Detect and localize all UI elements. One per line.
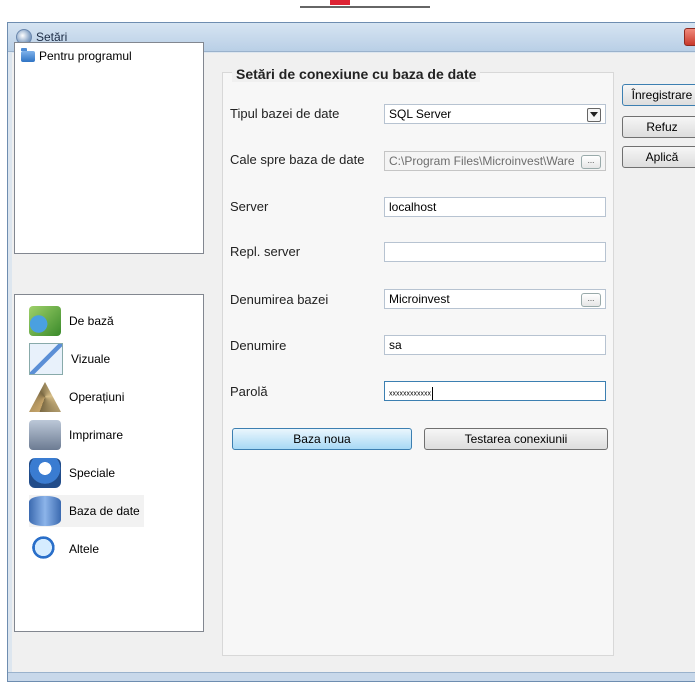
db-name-label: Denumirea bazei <box>230 292 329 307</box>
printer-icon <box>29 420 61 450</box>
tree-item-label: Pentru programul <box>39 49 132 63</box>
category-baza-de-date[interactable]: Baza de date <box>29 495 144 527</box>
top-background-strip <box>0 0 695 22</box>
chevron-down-icon[interactable] <box>587 108 601 122</box>
category-list: De bază Vizuale Operațiuni Imprimare Spe… <box>14 294 204 632</box>
apply-button[interactable]: Aplică <box>622 146 695 168</box>
close-button[interactable] <box>684 28 695 46</box>
password-input[interactable]: xxxxxxxxxxxx <box>384 381 606 401</box>
browse-path-button: ... <box>581 155 601 169</box>
compass-icon <box>29 382 61 412</box>
database-icon <box>29 496 61 526</box>
repl-server-input[interactable] <box>384 242 606 262</box>
category-label: Imprimare <box>69 428 124 442</box>
test-connection-button[interactable]: Testarea conexiunii <box>424 428 608 450</box>
magnifier-icon <box>29 534 61 564</box>
category-label: Altele <box>69 542 100 556</box>
category-label: Operațiuni <box>69 390 125 404</box>
settings-tree: Pentru programul <box>14 42 204 254</box>
category-speciale[interactable]: Speciale <box>29 457 115 489</box>
repl-server-label: Repl. server <box>230 244 301 259</box>
tree-item-pentru-programul[interactable]: Pentru programul <box>21 47 132 63</box>
cancel-button[interactable]: Refuz <box>622 116 695 138</box>
text-caret <box>432 387 433 400</box>
browse-db-button[interactable]: ... <box>581 293 601 307</box>
db-type-label: Tipul bazei de date <box>230 106 340 121</box>
category-de-baza[interactable]: De bază <box>29 305 114 337</box>
password-label: Parolă <box>230 384 268 399</box>
decorative-cut-line <box>300 0 430 8</box>
user-label: Denumire <box>230 338 287 353</box>
category-vizuale[interactable]: Vizuale <box>29 343 110 375</box>
chart-icon <box>29 343 63 375</box>
password-value: xxxxxxxxxxxx <box>389 390 431 398</box>
folder-icon <box>21 47 35 62</box>
server-label: Server <box>230 199 269 214</box>
user-input[interactable]: sa <box>384 335 606 355</box>
settings-wrench-icon <box>29 306 61 336</box>
category-label: Baza de date <box>69 504 140 518</box>
server-input[interactable]: localhost <box>384 197 606 217</box>
db-path-value: C:\Program Files\Microinvest\Ware <box>389 154 575 168</box>
db-name-value: Microinvest <box>389 292 450 306</box>
db-name-field[interactable]: Microinvest ... <box>384 289 606 309</box>
decorative-red-mark <box>330 0 350 5</box>
db-path-label: Cale spre baza de date <box>230 152 365 167</box>
category-label: Speciale <box>69 466 116 480</box>
special-icon <box>29 458 61 488</box>
category-imprimare[interactable]: Imprimare <box>29 419 123 451</box>
category-label: Vizuale <box>71 352 111 366</box>
save-button[interactable]: Înregistrare <box>622 84 695 106</box>
category-operatiuni[interactable]: Operațiuni <box>29 381 124 413</box>
category-altele[interactable]: Altele <box>29 533 99 565</box>
panel-heading: Setări de conexiune cu baza de date <box>232 66 481 82</box>
db-type-dropdown[interactable]: SQL Server <box>384 104 606 124</box>
db-path-field: C:\Program Files\Microinvest\Ware ... <box>384 151 606 171</box>
new-database-button[interactable]: Baza noua <box>232 428 412 450</box>
user-value: sa <box>389 338 402 352</box>
category-label: De bază <box>69 314 114 328</box>
server-value: localhost <box>389 200 437 214</box>
db-type-value: SQL Server <box>389 107 452 121</box>
